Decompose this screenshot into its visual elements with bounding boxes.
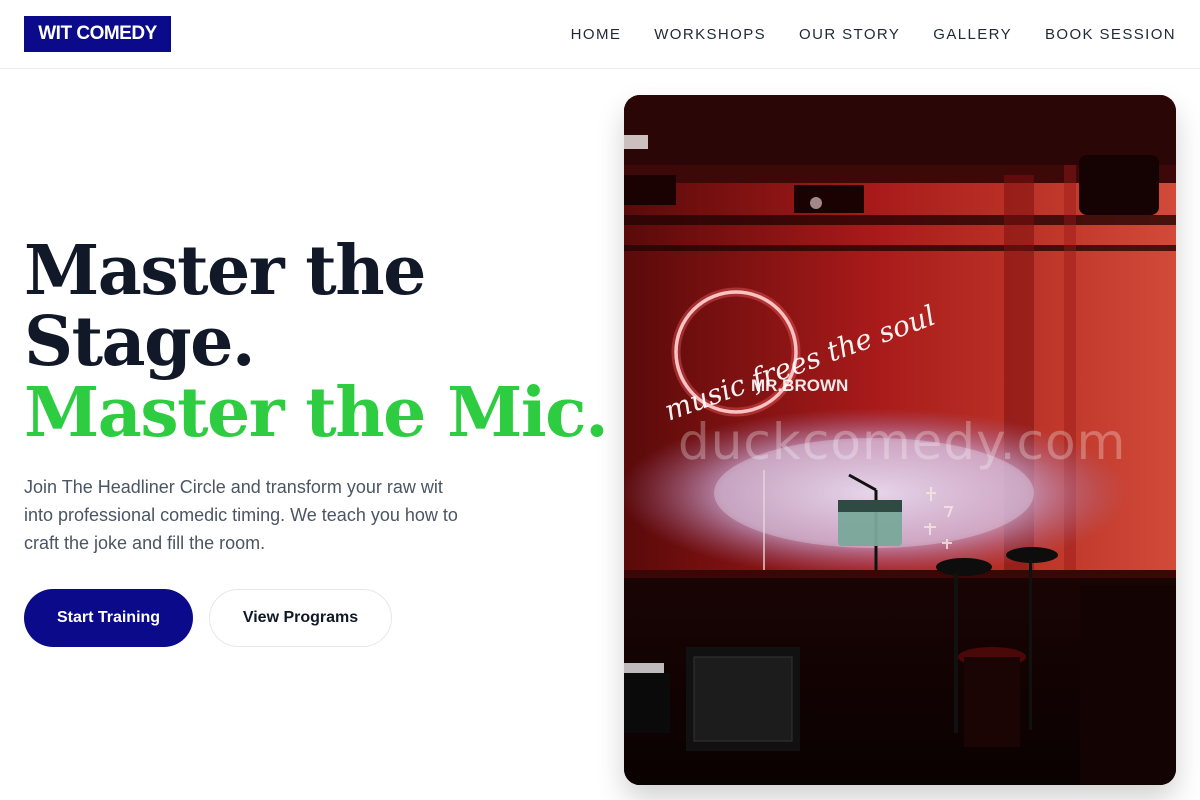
view-programs-button[interactable]: View Programs <box>209 589 392 647</box>
hero-title: Master the Stage. Master the Mic. <box>24 231 609 453</box>
hero-title-line-2: Stage. <box>24 302 256 382</box>
main-nav: HOME WORKSHOPS OUR STORY GALLERY BOOK SE… <box>538 0 1176 69</box>
start-training-button[interactable]: Start Training <box>24 589 193 647</box>
hero-subtitle: Join The Headliner Circle and transform … <box>24 477 458 553</box>
nav-item-our-story[interactable]: OUR STORY <box>799 26 900 43</box>
nav-item-book-session[interactable]: BOOK SESSION <box>1045 26 1176 43</box>
nav-item-gallery[interactable]: GALLERY <box>933 26 1012 43</box>
nav-item-workshops[interactable]: WORKSHOPS <box>654 26 766 43</box>
hero-title-line-1: Master the <box>24 231 426 311</box>
site-header: WIT COMEDY HOME WORKSHOPS OUR STORY GALL… <box>0 0 1200 69</box>
nav-item-home[interactable]: HOME <box>571 26 622 43</box>
watermark: duckcomedy.com <box>678 413 1127 471</box>
logo[interactable]: WIT COMEDY <box>24 16 171 52</box>
hero-stage-photo: music frees the soul MR.BROWN duckcomedy… <box>624 95 1176 785</box>
neon-name-text: MR.BROWN <box>751 376 848 395</box>
hero-title-accent: Master the Mic. <box>24 373 609 453</box>
